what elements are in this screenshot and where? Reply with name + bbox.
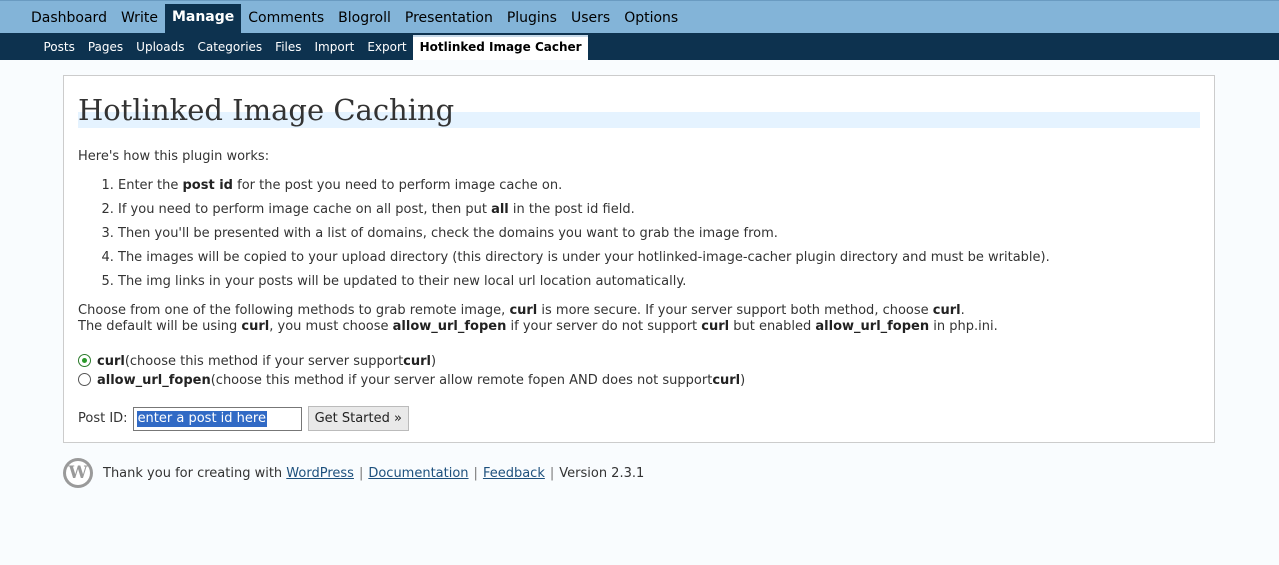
get-started-button[interactable]: Get Started »	[307, 406, 409, 431]
post-id-row: Post ID: enter a post id here Get Starte…	[78, 406, 1200, 431]
steps-list: Enter the post id for the post you need …	[78, 178, 1200, 298]
menu-item-dashboard[interactable]: Dashboard	[24, 5, 114, 33]
documentation-link[interactable]: Documentation	[368, 466, 468, 481]
methods-line-1: Choose from one of the following methods…	[78, 303, 965, 318]
footer: W Thank you for creating with WordPress …	[63, 458, 644, 488]
radio-row-curl[interactable]: curl (choose this method if your server …	[78, 352, 1200, 371]
feedback-link[interactable]: Feedback	[483, 466, 545, 481]
fopen-radio-label: allow_url_fopen	[97, 373, 211, 388]
radio-checked-dot	[82, 358, 87, 363]
menu-item-blogroll[interactable]: Blogroll	[331, 5, 398, 33]
footer-thanks: Thank you for creating with	[103, 465, 283, 481]
submenu-item-import[interactable]: Import	[308, 35, 361, 60]
footer-separator: |	[549, 465, 555, 481]
submenu-item-files[interactable]: Files	[269, 35, 308, 60]
menu-item-users[interactable]: Users	[564, 5, 617, 33]
admin-menu: Dashboard Write Manage Comments Blogroll Pres…	[0, 0, 1279, 33]
step-item: Enter the post id for the post you need …	[118, 178, 1200, 202]
menu-item-comments[interactable]: Comments	[241, 5, 331, 33]
intro-text: Here's how this plugin works:	[78, 149, 270, 164]
submenu-item-uploads[interactable]: Uploads	[130, 35, 191, 60]
allow-url-fopen-radio[interactable]	[78, 373, 91, 386]
step-item: The images will be copied to your upload…	[118, 250, 1200, 274]
methods-line-2: The default will be using curl, you must…	[78, 319, 998, 334]
methods-text: Choose from one of the following methods…	[78, 303, 1200, 335]
menu-item-presentation[interactable]: Presentation	[398, 5, 500, 33]
submenu-item-hotlinked-image-cacher[interactable]: Hotlinked Image Cacher	[413, 35, 589, 60]
footer-separator: |	[358, 465, 364, 481]
submenu-item-posts[interactable]: Posts	[37, 35, 81, 60]
curl-radio[interactable]	[78, 354, 91, 367]
post-id-label: Post ID:	[78, 411, 128, 426]
main-panel: Hotlinked Image Caching Here's how this …	[63, 75, 1215, 443]
wordpress-logo-icon: W	[63, 458, 93, 488]
menu-item-plugins[interactable]: Plugins	[500, 5, 564, 33]
post-id-input[interactable]	[132, 406, 302, 431]
menu-item-options[interactable]: Options	[617, 5, 685, 33]
step-item: Then you'll be presented with a list of …	[118, 226, 1200, 250]
post-id-field-wrap: enter a post id here	[132, 406, 302, 431]
submenu-item-pages[interactable]: Pages	[81, 35, 129, 60]
step-item: The img links in your posts will be upda…	[118, 274, 1200, 298]
menu-item-write[interactable]: Write	[114, 5, 165, 33]
submenu-item-categories[interactable]: Categories	[191, 35, 269, 60]
radio-row-fopen[interactable]: allow_url_fopen (choose this method if y…	[78, 371, 1200, 390]
submenu-item-export[interactable]: Export	[361, 35, 413, 60]
curl-radio-label: curl	[97, 354, 125, 369]
sub-menu: Posts Pages Uploads Categories Files Import Ex…	[0, 33, 1279, 60]
wordpress-link[interactable]: WordPress	[286, 466, 354, 481]
footer-separator: |	[473, 465, 478, 481]
version-text: Version 2.3.1	[559, 465, 645, 481]
menu-item-manage[interactable]: Manage	[164, 4, 242, 33]
step-item: If you need to perform image cache on al…	[118, 202, 1200, 226]
method-radio-group: curl (choose this method if your server …	[78, 352, 1200, 390]
page-title: Hotlinked Image Caching	[78, 92, 1200, 128]
